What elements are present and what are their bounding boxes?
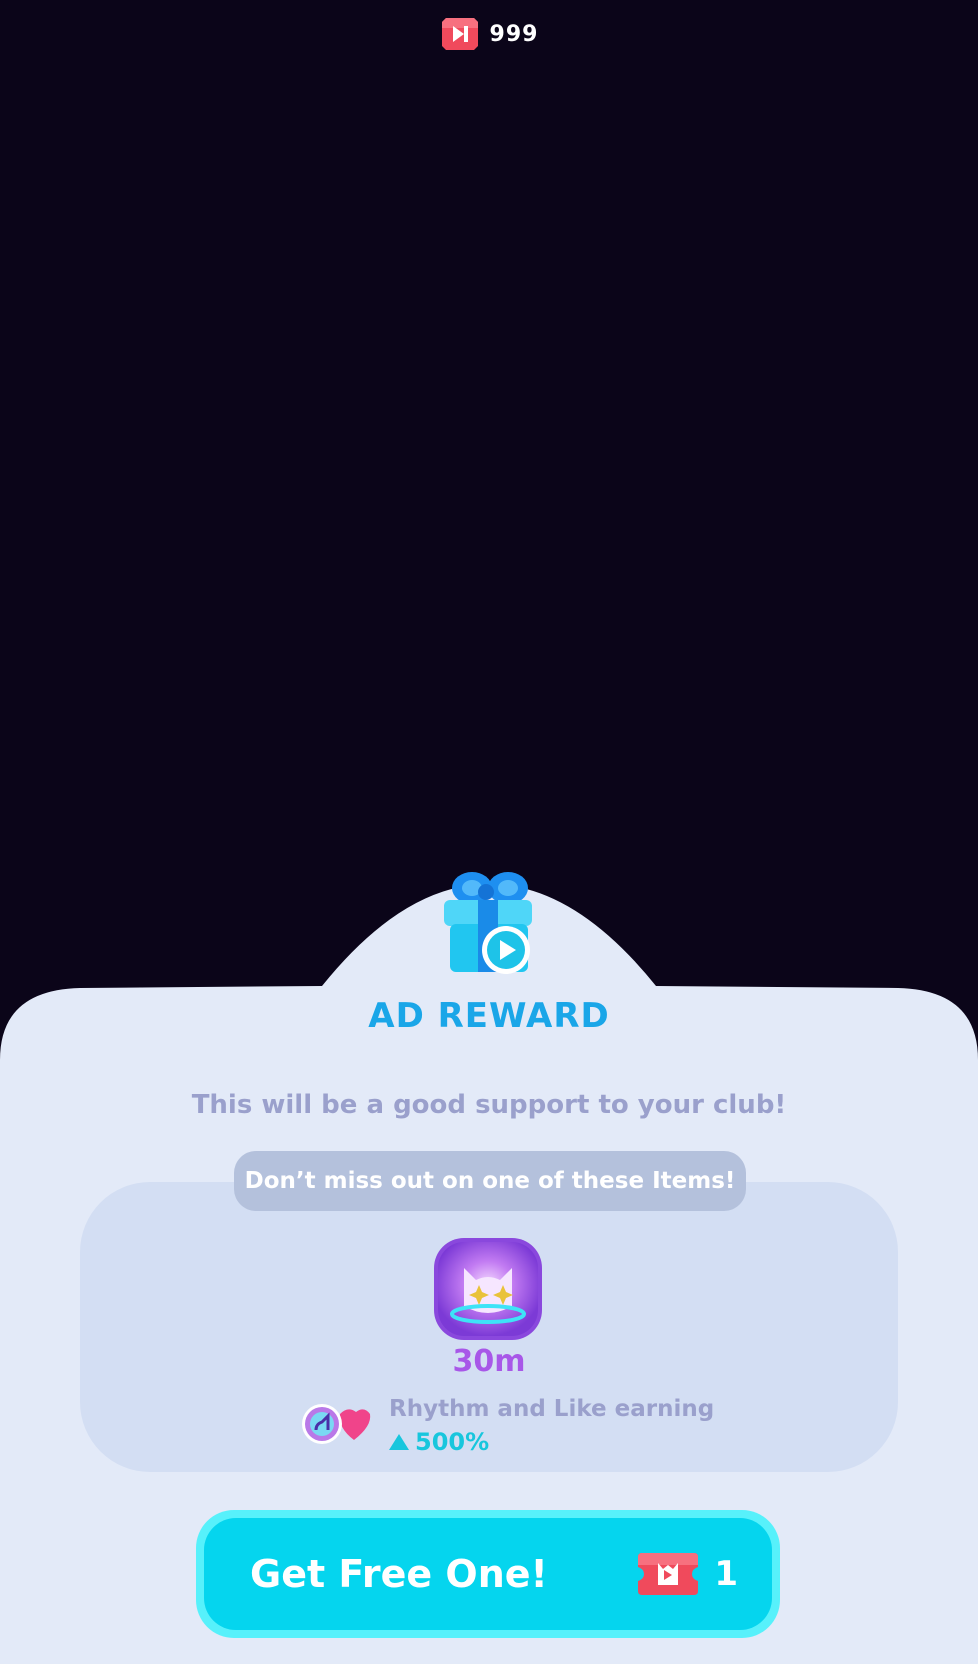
dialog-title: AD REWARD — [368, 996, 610, 1036]
item-duration: 30m — [452, 1344, 526, 1379]
effect-value-row: 500% — [389, 1428, 489, 1456]
increase-arrow-icon — [389, 1434, 409, 1450]
dialog-subtitle: This will be a good support to your club… — [191, 1090, 787, 1120]
effect-label: Rhythm and Like earning — [389, 1396, 715, 1422]
get-free-button[interactable]: Get Free One! 1 — [196, 1510, 780, 1638]
gift-play-icon — [444, 872, 532, 974]
items-heading: Don’t miss out on one of these Items! — [234, 1151, 746, 1211]
get-free-button-label: Get Free One! — [250, 1552, 548, 1596]
cat-boost-icon — [434, 1238, 542, 1340]
dialog: AD REWARD This will be a good support to… — [0, 0, 978, 1664]
effect-value: 500% — [415, 1428, 490, 1456]
cta-cost-count: 1 — [714, 1554, 738, 1594]
ad-reward-screen: 999 AD REWARD This will be a good suppor… — [0, 0, 978, 1664]
cta-cost: 1 — [636, 1551, 738, 1597]
rhythm-like-icon — [302, 1404, 371, 1444]
get-free-button-face: Get Free One! 1 — [204, 1518, 772, 1630]
ad-ticket-icon — [638, 1553, 699, 1595]
